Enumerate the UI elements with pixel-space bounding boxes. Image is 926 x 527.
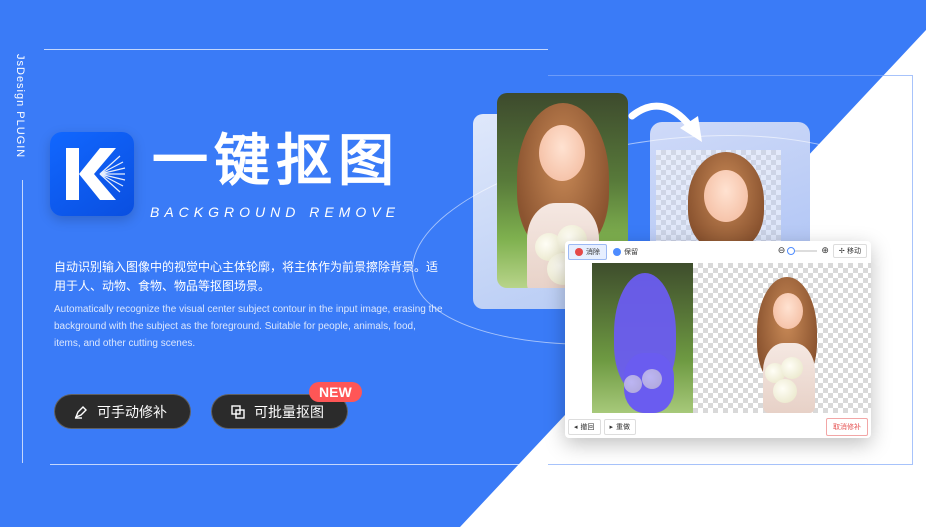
- keep-icon: [613, 248, 621, 256]
- zoom-slider-knob[interactable]: [787, 247, 796, 255]
- side-label: JsDesign PLUGIN: [14, 54, 26, 159]
- editor-mask-canvas[interactable]: [592, 263, 693, 413]
- undo-button[interactable]: ◂ 撤回: [568, 418, 601, 435]
- editor-footer: ◂ 撤回 ▸ 重做 取消修补: [565, 415, 871, 438]
- move-icon: ✢: [838, 247, 845, 255]
- description-en: Automatically recognize the visual cente…: [54, 304, 443, 349]
- zoom-slider[interactable]: [787, 247, 818, 255]
- k-logo-icon: [66, 148, 126, 200]
- top-divider: [44, 49, 548, 50]
- move-label: 移动: [847, 247, 861, 255]
- zoom-in-icon[interactable]: ⊕: [821, 246, 829, 256]
- redo-label: 重做: [616, 422, 631, 431]
- description-cn: 自动识别输入图像中的视觉中心主体轮廓，将主体作为前景擦除背景。适用于人、动物、食…: [54, 260, 439, 293]
- side-divider: [22, 180, 23, 463]
- page-subtitle: BACKGROUND REMOVE: [150, 204, 400, 220]
- editor-window: 消除 保留 ⊖ ⊕ ✢ 移动 ◂ 撤回 ▸ 重做 取消修补: [565, 241, 871, 438]
- batch-cutout-label: 可批量抠图: [254, 404, 324, 421]
- cancel-repair-button[interactable]: 取消修补: [826, 418, 868, 436]
- layers-icon: [231, 404, 245, 419]
- zoom-out-icon[interactable]: ⊖: [778, 246, 786, 256]
- curved-arrow-icon: [628, 102, 702, 142]
- keep-label: 保留: [624, 248, 638, 256]
- undo-icon: ◂: [574, 422, 578, 431]
- redo-button[interactable]: ▸ 重做: [603, 418, 637, 435]
- manual-repair-button[interactable]: 可手动修补: [54, 394, 191, 429]
- app-logo: [50, 132, 134, 216]
- redo-icon: ▸: [609, 422, 614, 431]
- erase-icon: [575, 248, 583, 256]
- zoom-controls: ⊖ ⊕ ✢ 移动: [778, 244, 867, 258]
- new-badge: NEW: [309, 382, 362, 402]
- keep-tool-button[interactable]: 保留: [607, 245, 644, 259]
- editor-result-canvas[interactable]: [693, 263, 871, 413]
- erase-tool-button[interactable]: 消除: [568, 244, 607, 260]
- pen-icon: [74, 405, 87, 419]
- editor-toolbar: 消除 保留 ⊖ ⊕ ✢ 移动: [565, 241, 871, 263]
- manual-repair-label: 可手动修补: [97, 404, 167, 421]
- bottom-divider: [50, 464, 550, 465]
- move-button[interactable]: ✢ 移动: [832, 244, 867, 258]
- erase-label: 消除: [586, 248, 600, 256]
- undo-label: 撤回: [580, 422, 595, 431]
- page-title: 一键抠图: [152, 129, 400, 194]
